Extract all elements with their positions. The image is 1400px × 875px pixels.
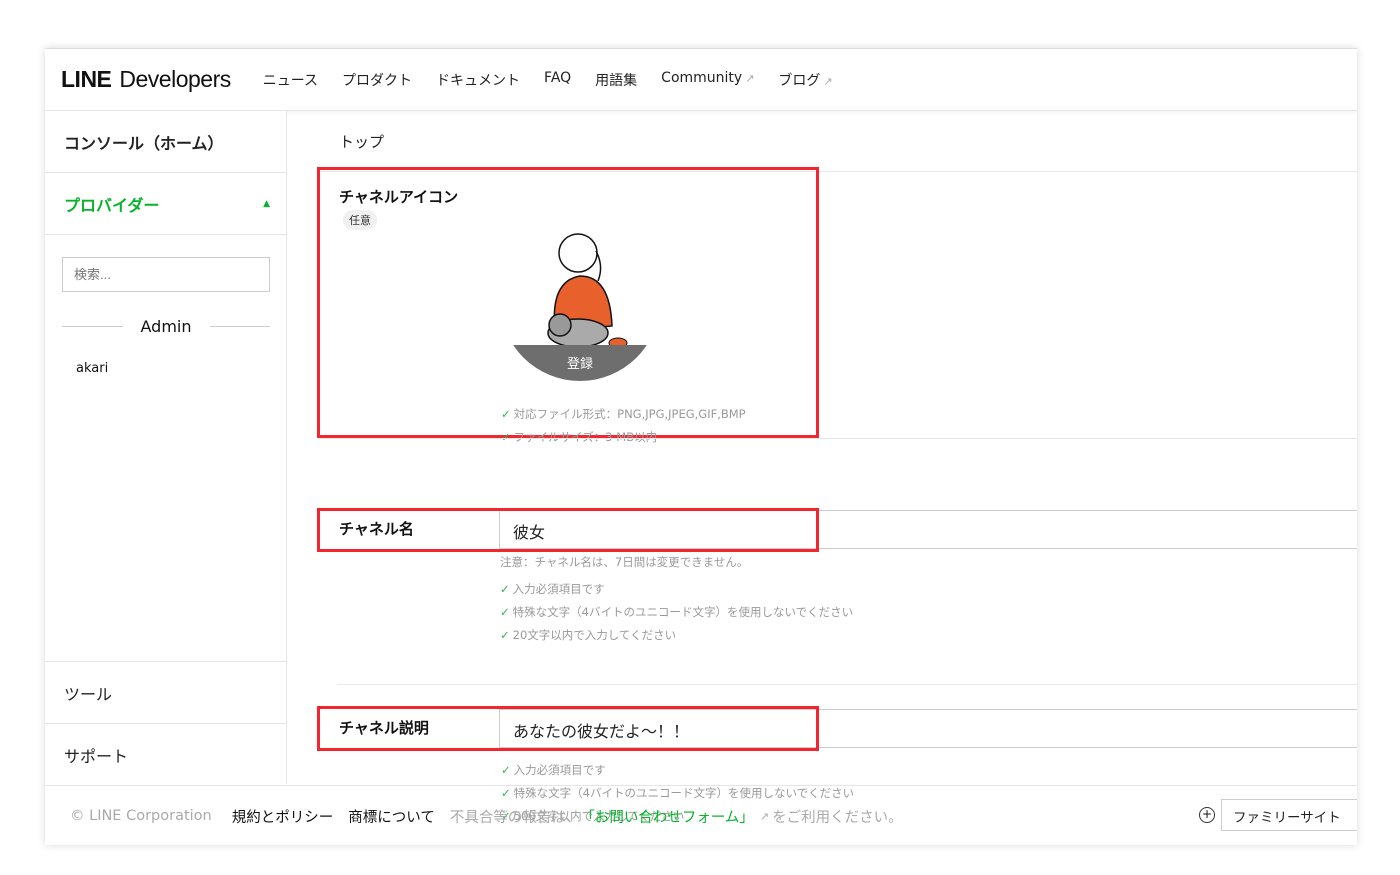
hint-text: ファイルサイズ：3 MB以内 xyxy=(513,430,658,444)
highlight-name-field xyxy=(317,508,819,552)
plus-circle-icon[interactable]: + xyxy=(1199,807,1215,823)
line-developers-logo[interactable]: LINE Developers xyxy=(61,66,231,93)
icon-field-label: チャネルアイコン xyxy=(339,188,459,206)
hint-text: 入力必須項目です xyxy=(512,582,605,596)
hint-text: 対応ファイル形式：PNG,JPG,JPEG,GIF,BMP xyxy=(513,407,746,421)
logo-line: LINE xyxy=(61,66,112,92)
register-overlay[interactable]: 登録 xyxy=(500,345,660,381)
sidebar: コンソール（ホーム） プロバイダー ▲ Admin akari ツール サポート xyxy=(45,111,287,784)
icon-hints: ✓ 対応ファイル形式：PNG,JPG,JPEG,GIF,BMP ✓ ファイルサイズ：… xyxy=(501,403,746,449)
name-hints: 注意：チャネル名は、7日間は変更できません。 ✓ 入力必須項目です ✓ 特殊な文字（… xyxy=(500,551,853,647)
external-link-icon: ↗ xyxy=(759,809,770,823)
external-link-icon: ↗ xyxy=(745,71,755,85)
nav-blog-label: ブログ xyxy=(778,72,821,89)
channel-icon-upload[interactable]: 登録 xyxy=(500,221,660,381)
provider-label: プロバイダー xyxy=(64,195,160,215)
hint: ✓ 対応ファイル形式：PNG,JPG,JPEG,GIF,BMP xyxy=(501,403,746,426)
hint-text: 20文字以内で入力してください xyxy=(512,628,677,642)
hint: ✓ 入力必須項目です xyxy=(500,578,853,601)
trademark-link[interactable]: 商標について xyxy=(348,806,435,827)
hint: ✓ 特殊な文字（4バイトのユニコード文字）を使用しないでください xyxy=(500,601,853,624)
sidebar-item-support[interactable]: サポート xyxy=(45,723,287,785)
sidebar-item-console[interactable]: コンソール（ホーム） xyxy=(45,111,286,173)
copyright: © LINE Corporation xyxy=(70,808,212,824)
hint: ✓ 入力必須項目です xyxy=(501,759,854,782)
nav-community-label: Community xyxy=(661,69,743,86)
section-label: Admin xyxy=(140,317,192,336)
sidebar-item-tools[interactable]: ツール xyxy=(45,661,287,723)
top-header: LINE Developers ニュース プロダクト ドキュメント FAQ 用語集… xyxy=(45,49,1357,111)
name-note: 注意：チャネル名は、7日間は変更できません。 xyxy=(500,555,749,569)
check-icon: ✓ xyxy=(501,430,511,444)
breadcrumb[interactable]: トップ xyxy=(339,131,384,152)
provider-search-input[interactable] xyxy=(62,257,270,292)
check-icon: ✓ xyxy=(501,407,511,421)
check-icon: ✓ xyxy=(500,628,510,642)
check-icon: ✓ xyxy=(500,605,510,619)
hint: ✓ 20文字以内で入力してください xyxy=(500,624,853,647)
check-icon: ✓ xyxy=(500,582,510,596)
divider xyxy=(318,438,1357,439)
nav-faq[interactable]: FAQ xyxy=(544,70,571,90)
footer: © LINE Corporation 規約とポリシー 商標について 不具合等の報… xyxy=(45,785,1357,845)
check-icon: ✓ xyxy=(501,763,511,777)
optional-badge: 任意 xyxy=(343,210,377,230)
sidebar-item-provider[interactable]: プロバイダー ▲ xyxy=(45,173,286,235)
external-link-icon: ↗ xyxy=(823,74,833,88)
app-window: LINE Developers ニュース プロダクト ドキュメント FAQ 用語集… xyxy=(45,48,1357,845)
nav-glossary[interactable]: 用語集 xyxy=(595,70,637,90)
hint-text: 特殊な文字（4バイトのユニコード文字）を使用しないでください xyxy=(512,605,854,619)
family-site-button[interactable]: ファミリーサイト xyxy=(1221,799,1357,831)
divider xyxy=(338,684,1357,685)
hint-text: 入力必須項目です xyxy=(513,763,606,777)
caret-up-icon: ▲ xyxy=(263,198,270,209)
report-text: 不具合等の報告は、 xyxy=(449,809,581,826)
nav-documents[interactable]: ドキュメント xyxy=(436,70,520,90)
main-nav: ニュース プロダクト ドキュメント FAQ 用語集 Community ↗ ブログ… xyxy=(263,70,833,90)
section-admin: Admin xyxy=(62,317,270,336)
highlight-description-field xyxy=(317,706,819,751)
nav-news[interactable]: ニュース xyxy=(263,70,318,90)
policy-link[interactable]: 規約とポリシー xyxy=(232,806,334,827)
report-suffix: をご利用ください。 xyxy=(772,809,903,826)
main-content: トップ チャネルアイコン 任意 登録 ✓ 対応ファイル形式：PNG,JPG,JPE… xyxy=(288,111,1357,823)
provider-item-akari[interactable]: akari xyxy=(76,361,108,376)
logo-developers: Developers xyxy=(119,66,231,92)
nav-products[interactable]: プロダクト xyxy=(342,70,412,90)
nav-community[interactable]: Community ↗ xyxy=(661,70,754,90)
nav-blog[interactable]: ブログ ↗ xyxy=(778,70,832,90)
contact-form-link[interactable]: 「お問い合わせフォーム」 xyxy=(580,806,754,827)
